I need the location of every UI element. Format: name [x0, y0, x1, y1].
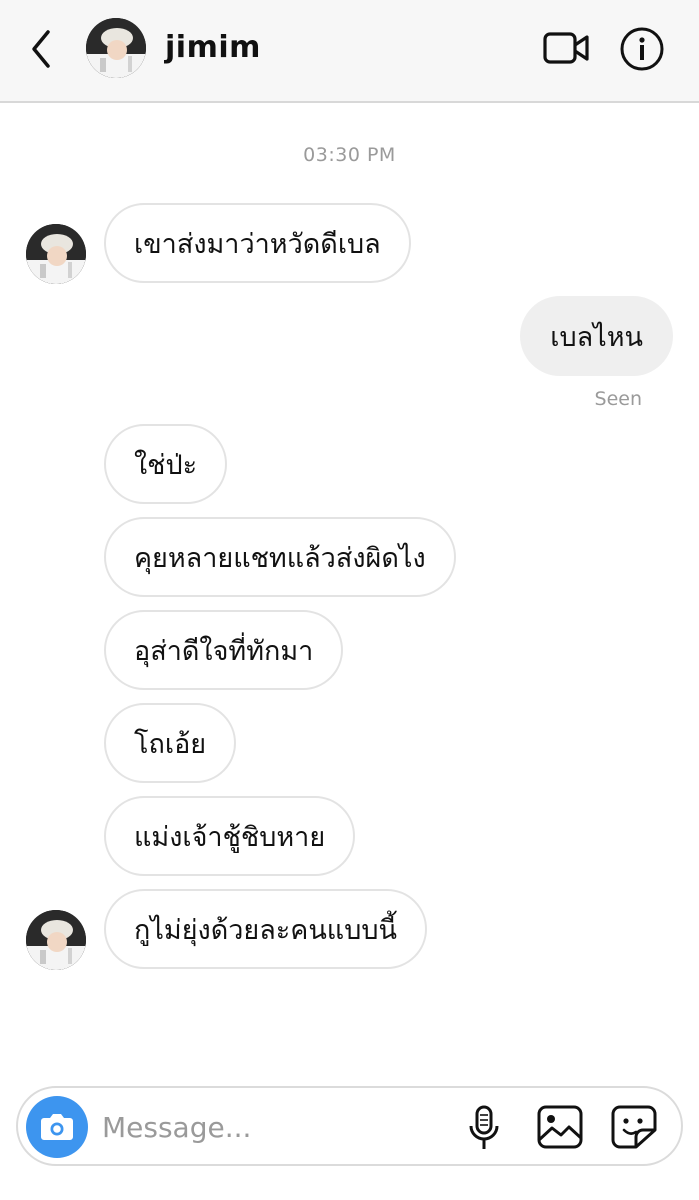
- avatar-image: [26, 910, 86, 970]
- seen-indicator: Seen: [594, 388, 642, 410]
- info-icon: [620, 27, 664, 71]
- camera-icon: [41, 1114, 73, 1140]
- voice-message-button[interactable]: [466, 1104, 502, 1152]
- sticker-icon: [611, 1105, 657, 1149]
- info-button[interactable]: [619, 26, 665, 72]
- message-bubble-outgoing[interactable]: เบลไหน: [520, 296, 673, 376]
- gallery-button[interactable]: [536, 1104, 584, 1150]
- sticker-button[interactable]: [610, 1104, 658, 1150]
- sender-avatar[interactable]: [26, 224, 86, 284]
- chevron-left-icon: [32, 30, 50, 68]
- message-input[interactable]: [102, 1102, 442, 1152]
- avatar-image: [86, 18, 146, 78]
- message-composer: [16, 1086, 683, 1166]
- image-gallery-icon: [537, 1105, 583, 1149]
- avatar-image: [26, 224, 86, 284]
- message-bubble-incoming[interactable]: คุยหลายแชทแล้วส่งผิดไง: [104, 517, 456, 597]
- microphone-icon: [469, 1105, 499, 1149]
- message-bubble-incoming[interactable]: อุส่าดีใจที่ทักมา: [104, 610, 344, 690]
- message-bubble-incoming[interactable]: ใช่ป่ะ: [104, 424, 228, 504]
- message-bubble-incoming[interactable]: กูไม่ยุ่งด้วยละคนแบบนี้: [104, 889, 427, 969]
- message-bubble-incoming[interactable]: เขาส่งมาว่าหวัดดีเบล: [104, 203, 411, 283]
- contact-avatar[interactable]: [86, 18, 146, 78]
- message-timestamp: 03:30 PM: [303, 144, 396, 166]
- sender-avatar[interactable]: [26, 910, 86, 970]
- back-button[interactable]: [22, 26, 62, 72]
- contact-name[interactable]: jimim: [165, 30, 261, 65]
- video-camera-icon: [543, 32, 589, 64]
- message-bubble-incoming[interactable]: แม่งเจ้าชู้ชิบหาย: [104, 796, 356, 876]
- video-call-button[interactable]: [543, 28, 591, 68]
- camera-button[interactable]: [26, 1096, 88, 1158]
- chat-header: jimim: [0, 0, 699, 103]
- message-bubble-incoming[interactable]: โถเอ้ย: [104, 703, 237, 783]
